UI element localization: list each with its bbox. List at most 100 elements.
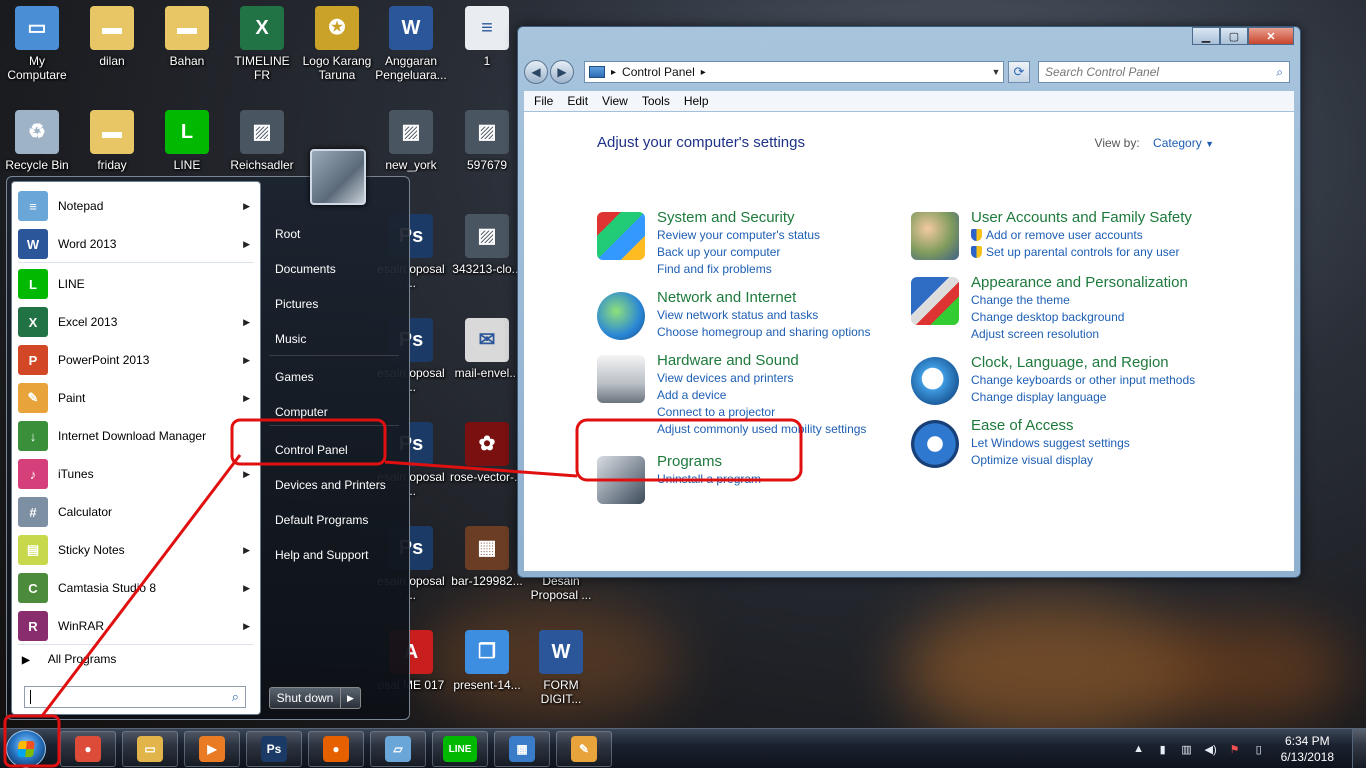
taskbar-notepad-button[interactable]: ▱ xyxy=(370,731,426,767)
desktop-icon[interactable]: W Anggaran Pengeluara... xyxy=(374,6,448,82)
start-program-item[interactable]: ≡ Notepad ▶ xyxy=(12,188,260,224)
ease-of-access-icon[interactable] xyxy=(911,420,959,468)
category-title[interactable]: Programs xyxy=(657,452,917,471)
menu-tools[interactable]: Tools xyxy=(642,94,670,108)
taskbar-paint-button[interactable]: ✎ xyxy=(556,731,612,767)
category-link[interactable]: Change keyboards or other input methods xyxy=(971,372,1231,389)
category-link[interactable]: Uninstall a program xyxy=(657,471,917,488)
desktop-icon[interactable]: L LINE xyxy=(150,110,224,172)
start-button[interactable] xyxy=(6,730,46,768)
desktop-icon[interactable]: ▨ new_york xyxy=(374,110,448,172)
start-place-control-panel[interactable]: Control Panel xyxy=(275,443,348,457)
show-desktop-button[interactable] xyxy=(1352,729,1366,768)
start-place-devices-and-printers[interactable]: Devices and Printers xyxy=(275,478,386,492)
search-input[interactable]: Search Control Panel ⌕ xyxy=(1038,61,1290,83)
shutdown-options-button[interactable]: ▶ xyxy=(341,687,361,709)
chevron-right-icon[interactable]: ▶ xyxy=(243,393,250,404)
start-program-item[interactable]: ♪ iTunes ▶ xyxy=(12,456,260,492)
search-icon[interactable]: ⌕ xyxy=(1276,65,1283,80)
back-button[interactable]: ◀ xyxy=(524,60,548,84)
shutdown-button[interactable]: Shut down xyxy=(269,687,341,709)
view-by-dropdown[interactable]: Category ▼ xyxy=(1153,136,1214,150)
chevron-right-icon[interactable]: ▶ xyxy=(243,583,250,594)
category-link[interactable]: Add or remove user accounts xyxy=(971,227,1231,244)
action-center-icon[interactable]: ⚑ xyxy=(1227,741,1243,757)
start-place-default-programs[interactable]: Default Programs xyxy=(275,513,368,527)
desktop-icon[interactable]: ▨ Reichsadler xyxy=(225,110,299,172)
category-title[interactable]: User Accounts and Family Safety xyxy=(971,208,1231,227)
category-title[interactable]: System and Security xyxy=(657,208,917,227)
chevron-right-icon[interactable]: ▶ xyxy=(243,355,250,366)
start-place-games[interactable]: Games xyxy=(275,370,314,384)
forward-button[interactable]: ▶ xyxy=(550,60,574,84)
desktop-icon[interactable]: ▨ 597679 xyxy=(450,110,524,172)
maximize-button[interactable]: ▢ xyxy=(1220,27,1248,45)
start-search-input[interactable]: ⌕ xyxy=(24,686,246,708)
chevron-right-icon[interactable]: ▶ xyxy=(243,545,250,556)
category-link[interactable]: Set up parental controls for any user xyxy=(971,244,1231,261)
chevron-right-icon[interactable]: ▶ xyxy=(243,621,250,632)
taskbar-media-player-button[interactable]: ▶ xyxy=(184,731,240,767)
category-link[interactable]: View devices and printers xyxy=(657,370,917,387)
category-link[interactable]: Back up your computer xyxy=(657,244,917,261)
menu-help[interactable]: Help xyxy=(684,94,709,108)
taskbar-chrome-button[interactable]: ● xyxy=(60,731,116,767)
category-link[interactable]: Change desktop background xyxy=(971,309,1231,326)
desktop-icon[interactable]: ❒ present-14... xyxy=(450,630,524,692)
control-panel-window[interactable]: ▁ ▢ ✕ ◀ ▶ ▸ Control Panel ▸ ▼ ⟳ Search C… xyxy=(517,26,1301,578)
network-globe-icon[interactable] xyxy=(597,292,645,340)
menu-edit[interactable]: Edit xyxy=(567,94,588,108)
category-title[interactable]: Network and Internet xyxy=(657,288,917,307)
category-link[interactable]: Connect to a projector xyxy=(657,404,917,421)
minimize-button[interactable]: ▁ xyxy=(1192,27,1220,45)
category-link[interactable]: View network status and tasks xyxy=(657,307,917,324)
users-icon[interactable] xyxy=(911,212,959,260)
category-link[interactable]: Change the theme xyxy=(971,292,1231,309)
desktop-icon[interactable]: X TIMELINE FR xyxy=(225,6,299,82)
category-title[interactable]: Hardware and Sound xyxy=(657,351,917,370)
search-icon[interactable]: ⌕ xyxy=(232,689,239,705)
taskbar-photoshop-button[interactable]: Ps xyxy=(246,731,302,767)
start-place-pictures[interactable]: Pictures xyxy=(275,297,318,311)
menu-view[interactable]: View xyxy=(602,94,628,108)
start-program-item[interactable]: ✎ Paint ▶ xyxy=(12,380,260,416)
desktop-icon[interactable]: ▬ Bahan xyxy=(150,6,224,68)
category-link[interactable]: Adjust screen resolution xyxy=(971,326,1231,343)
network-icon[interactable]: ▥ xyxy=(1179,741,1195,757)
desktop-icon[interactable]: ▬ friday xyxy=(75,110,149,172)
desktop-icon[interactable]: ▬ dilan xyxy=(75,6,149,68)
shield-icon[interactable] xyxy=(597,212,645,260)
all-programs-button[interactable]: ▶ All Programs xyxy=(22,652,116,666)
desktop-icon[interactable]: ≡ 1 xyxy=(450,6,524,68)
clock-globe-icon[interactable] xyxy=(911,357,959,405)
category-link[interactable]: Let Windows suggest settings xyxy=(971,435,1231,452)
category-link[interactable]: Choose homegroup and sharing options xyxy=(657,324,917,341)
desktop-icon[interactable]: ▨ 343213-clo... xyxy=(450,214,524,276)
show-hidden-icons-icon[interactable]: ▲ xyxy=(1131,741,1147,757)
desktop-icon[interactable]: ♻ Recycle Bin xyxy=(0,110,74,172)
chevron-right-icon[interactable]: ▶ xyxy=(243,317,250,328)
chevron-right-icon[interactable]: ▶ xyxy=(243,201,250,212)
category-title[interactable]: Appearance and Personalization xyxy=(971,273,1231,292)
printer-icon[interactable] xyxy=(597,355,645,403)
category-link[interactable]: Adjust commonly used mobility settings xyxy=(657,421,917,438)
start-program-item[interactable]: R WinRAR ▶ xyxy=(12,608,260,644)
category-link[interactable]: Find and fix problems xyxy=(657,261,917,278)
device-icon[interactable]: ▮ xyxy=(1155,741,1171,757)
battery-icon[interactable]: ▯ xyxy=(1251,741,1267,757)
monitor-paint-icon[interactable] xyxy=(911,277,959,325)
start-program-item[interactable]: ↓ Internet Download Manager xyxy=(12,418,260,454)
chevron-right-icon[interactable]: ▶ xyxy=(243,239,250,250)
start-program-item[interactable]: C Camtasia Studio 8 ▶ xyxy=(12,570,260,606)
start-place-computer[interactable]: Computer xyxy=(275,405,328,419)
desktop-icon[interactable]: ✪ Logo Karang Taruna xyxy=(300,6,374,82)
start-place-root[interactable]: Root xyxy=(275,227,300,241)
start-place-documents[interactable]: Documents xyxy=(275,262,336,276)
start-program-item[interactable]: X Excel 2013 ▶ xyxy=(12,304,260,340)
start-place-music[interactable]: Music xyxy=(275,332,306,346)
taskbar-line-button[interactable]: LINE xyxy=(432,731,488,767)
category-title[interactable]: Clock, Language, and Region xyxy=(971,353,1231,372)
close-button[interactable]: ✕ xyxy=(1248,27,1294,45)
category-link[interactable]: Optimize visual display xyxy=(971,452,1231,469)
clock[interactable]: 6:34 PM 6/13/2018 xyxy=(1281,733,1334,765)
